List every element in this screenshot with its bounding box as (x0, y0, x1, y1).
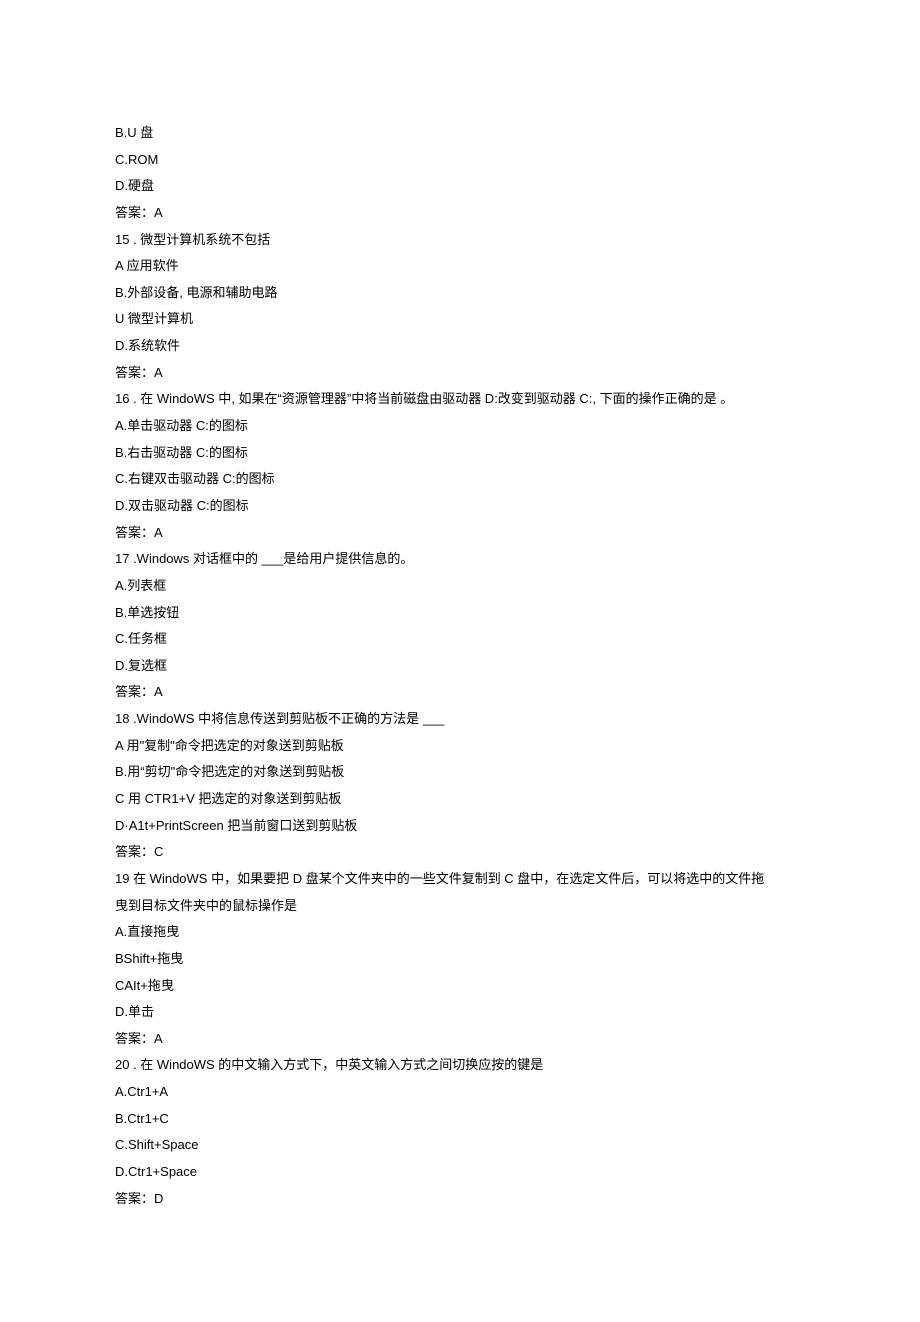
question-line: 19 在 WindoWS 中，如果要把 D 盘某个文件夹中的一些文件复制到 C … (115, 866, 805, 893)
text-line: C.Shift+Space (115, 1132, 805, 1159)
question-line: 17 .Windows 对话框中的 ___是给用户提供信息的。 (115, 546, 805, 573)
answer-line: 答案：C (115, 839, 805, 866)
text-line: D.系统软件 (115, 333, 805, 360)
answer-line: 答案：D (115, 1186, 805, 1213)
text-line: D.Ctr1+Space (115, 1159, 805, 1186)
text-line: C 用 CTR1+V 把选定的对象送到剪贴板 (115, 786, 805, 813)
text-line: BShift+拖曳 (115, 946, 805, 973)
text-line: D.硬盘 (115, 173, 805, 200)
question-line: 16 . 在 WindoWS 中, 如果在“资源管理器”中将当前磁盘由驱动器 D… (115, 386, 805, 413)
question-line: 18 .WindoWS 中将信息传送到剪贴板不正确的方法是 ___ (115, 706, 805, 733)
text-line: B.U 盘 (115, 120, 805, 147)
question-line: 15 . 微型计算机系统不包括 (115, 227, 805, 254)
text-line: C.ROM (115, 147, 805, 174)
text-line: A.单击驱动器 C:的图标 (115, 413, 805, 440)
question-line: 20 . 在 WindoWS 的中文输入方式下，中英文输入方式之间切换应按的键是 (115, 1052, 805, 1079)
answer-line: 答案：A (115, 520, 805, 547)
text-line: 曳到目标文件夹中的鼠标操作是 (115, 893, 805, 920)
text-line: B.Ctr1+C (115, 1106, 805, 1133)
text-line: C.任务框 (115, 626, 805, 653)
text-line: A 用"复制"命令把选定的对象送到剪贴板 (115, 733, 805, 760)
text-line: D.双击驱动器 C:的图标 (115, 493, 805, 520)
text-line: U 微型计算机 (115, 306, 805, 333)
text-line: D.单击 (115, 999, 805, 1026)
document-page: B.U 盘 C.ROM D.硬盘 答案：A 15 . 微型计算机系统不包括 A … (0, 0, 920, 1322)
text-line: B.外部设备, 电源和辅助电路 (115, 280, 805, 307)
answer-line: 答案：A (115, 360, 805, 387)
text-line: A.列表框 (115, 573, 805, 600)
text-line: A.Ctr1+A (115, 1079, 805, 1106)
text-line: B.单选按钮 (115, 600, 805, 627)
text-line: A.直接拖曳 (115, 919, 805, 946)
answer-line: 答案：A (115, 679, 805, 706)
text-line: CAIt+拖曳 (115, 973, 805, 1000)
text-line: B.右击驱动器 C:的图标 (115, 440, 805, 467)
text-line: A 应用软件 (115, 253, 805, 280)
text-line: C.右键双击驱动器 C:的图标 (115, 466, 805, 493)
text-line: B.用“剪切"命令把选定的对象送到剪贴板 (115, 759, 805, 786)
text-line: D.复选框 (115, 653, 805, 680)
answer-line: 答案：A (115, 200, 805, 227)
answer-line: 答案：A (115, 1026, 805, 1053)
text-line: D·A1t+PrintScreen 把当前窗口送到剪贴板 (115, 813, 805, 840)
